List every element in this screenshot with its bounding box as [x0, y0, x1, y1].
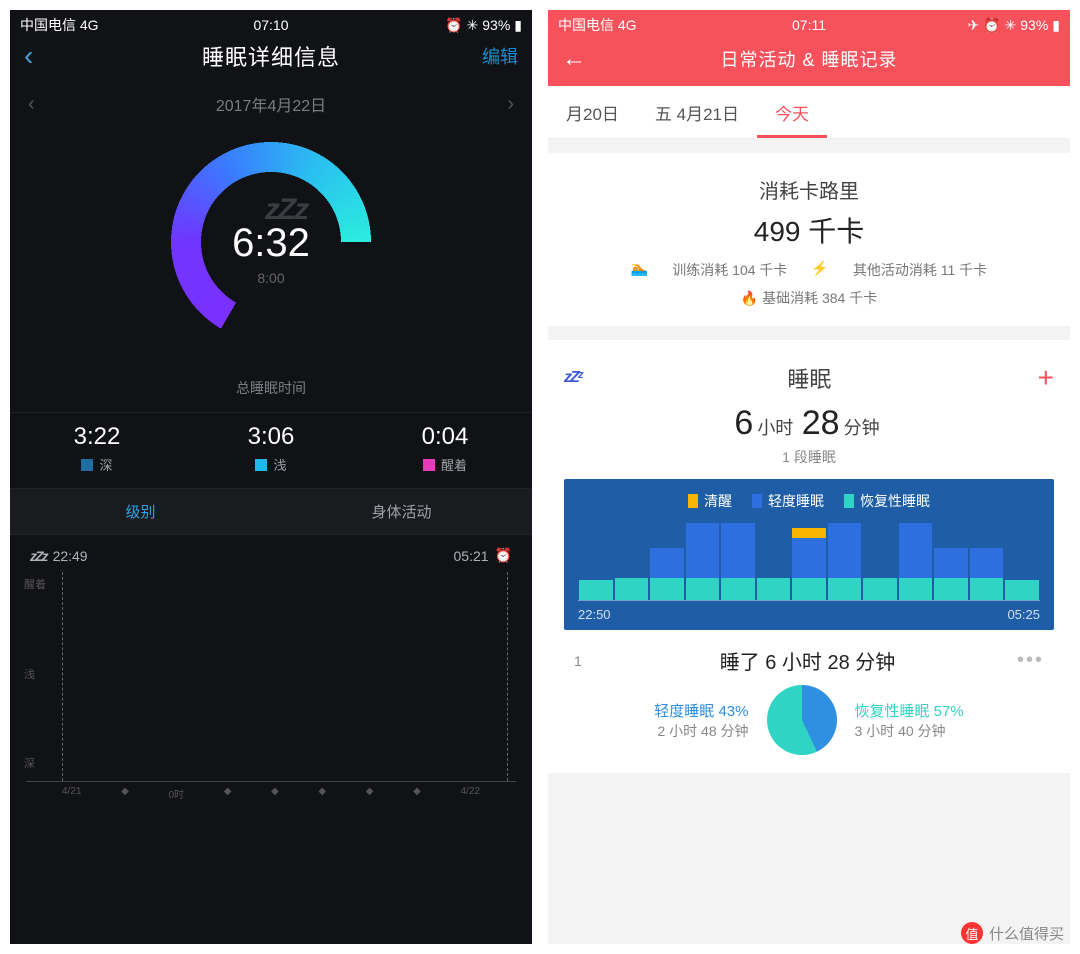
- calorie-value: 499 千卡: [564, 210, 1054, 250]
- legend: 清醒 轻度睡眠 恢复性睡眠: [578, 491, 1040, 511]
- status-time: 07:10: [10, 17, 532, 33]
- watermark: 值 什么值得买: [961, 922, 1064, 944]
- watermark-text: 什么值得买: [989, 923, 1064, 944]
- calorie-basal-icon: 🔥: [741, 290, 758, 306]
- stage-deep-time: 3:22: [10, 423, 184, 451]
- sleep-phase-chart[interactable]: zZz 22:49 05:21 ⏰ 醒着 浅 深 4/21◆0时◆◆◆◆◆4/22: [10, 535, 532, 944]
- sleep-title: 睡眠: [787, 362, 831, 394]
- phone-right: 中国电信 4G 07:11 ✈ ⏰ ✳ 93% ▮ ← 日常活动 & 睡眠记录 …: [544, 6, 1074, 948]
- calorie-card[interactable]: 消耗卡路里 499 千卡 🏊 训练消耗 104 千卡 ⚡ 其他活动消耗 11 千…: [548, 153, 1070, 326]
- legend-rest: 恢复性睡眠: [860, 491, 930, 511]
- sleep-goal: 8:00: [257, 270, 284, 286]
- more-icon[interactable]: •••: [1017, 649, 1044, 672]
- calorie-title: 消耗卡路里: [564, 175, 1054, 204]
- awake-swatch: [423, 459, 435, 471]
- sleep-card[interactable]: zZᶻ 睡眠 + 6小时 28分钟 1 段睡眠 清醒 轻度睡眠 恢复性睡眠 22…: [548, 340, 1070, 773]
- sleep-stage-chart[interactable]: 清醒 轻度睡眠 恢复性睡眠 22:50 05:25: [564, 479, 1054, 630]
- light-pct: 轻度睡眠 43%: [654, 700, 748, 721]
- stage-light-time: 3:06: [184, 423, 358, 451]
- chart-tabs: 级别 身体活动: [10, 488, 532, 535]
- ylabel-light: 浅: [24, 666, 35, 682]
- date-tabs: 月20日 五 4月21日 今天: [548, 86, 1070, 139]
- add-sleep-button[interactable]: +: [1038, 362, 1054, 394]
- date-selector: ‹ 2017年4月22日 ›: [10, 84, 532, 120]
- sleep-start-time: 22:49: [53, 548, 88, 564]
- calorie-other-icon: ⚡: [811, 260, 828, 280]
- edit-button[interactable]: 编辑: [482, 43, 518, 69]
- legend-awake: 清醒: [704, 491, 732, 511]
- calorie-basal: 基础消耗 384 千卡: [762, 290, 877, 306]
- legend-rest-swatch: [844, 494, 854, 508]
- stage-awake[interactable]: 0:04 醒着: [358, 413, 532, 488]
- xend: 05:25: [1007, 607, 1040, 622]
- phone-left: 中国电信 4G 07:10 ⏰ ✳ 93% ▮ ‹ 睡眠详细信息 编辑 ‹ 20…: [6, 6, 536, 948]
- sleep-stages: 3:22 深 3:06 浅 0:04 醒着: [10, 412, 532, 488]
- summary-text: 睡了 6 小时 28 分钟: [598, 646, 1017, 675]
- watermark-badge: 值: [961, 922, 983, 944]
- stage-light-label: 浅: [273, 455, 286, 474]
- nav-bar: ← 日常活动 & 睡眠记录: [548, 36, 1070, 86]
- ylabel-awake: 醒着: [24, 576, 46, 592]
- rest-pct: 恢复性睡眠 57%: [855, 700, 964, 721]
- sleep-end-time: 05:21: [454, 548, 489, 564]
- light-swatch: [255, 459, 267, 471]
- tab-activity[interactable]: 身体活动: [271, 489, 532, 534]
- sleep-duration: 6小时 28分钟: [564, 404, 1054, 443]
- alarm-icon: ⏰: [495, 547, 512, 564]
- sleep-total: 6:32: [232, 221, 310, 266]
- nav-bar: ‹ 睡眠详细信息 编辑: [10, 36, 532, 84]
- legend-light-swatch: [752, 494, 762, 508]
- stage-deep-label: 深: [99, 455, 112, 474]
- light-dur: 2 小时 48 分钟: [654, 721, 748, 741]
- xaxis: 4/21◆0时◆◆◆◆◆4/22: [26, 782, 516, 801]
- page-title: 睡眠详细信息: [10, 40, 532, 72]
- sleep-pie-breakdown: 轻度睡眠 43% 2 小时 48 分钟 恢复性睡眠 57% 3 小时 40 分钟: [564, 675, 1054, 755]
- xstart: 22:50: [578, 607, 611, 622]
- plot-area: 醒着 浅 深: [26, 572, 516, 782]
- status-bar: 中国电信 4G 07:11 ✈ ⏰ ✳ 93% ▮: [548, 10, 1070, 36]
- total-sleep-label: 总睡眠时间: [10, 358, 532, 412]
- sleep-ring[interactable]: zZz 6:32 8:00: [161, 132, 381, 352]
- status-time: 07:11: [548, 17, 1070, 33]
- stage-awake-time: 0:04: [358, 423, 532, 451]
- stage-awake-label: 醒着: [441, 455, 467, 474]
- summary-index: 1: [574, 653, 598, 669]
- bars-area: [578, 521, 1040, 601]
- sleep-summary-row[interactable]: 1 睡了 6 小时 28 分钟 •••: [564, 630, 1054, 675]
- sleep-ring-container: zZz 6:32 8:00: [10, 120, 532, 358]
- calorie-train: 训练消耗 104 千卡: [672, 260, 787, 280]
- date-tab-1[interactable]: 月20日: [548, 86, 637, 138]
- deep-swatch: [81, 459, 93, 471]
- stage-light[interactable]: 3:06 浅: [184, 413, 358, 488]
- prev-day-button[interactable]: ‹: [28, 93, 35, 116]
- status-bar: 中国电信 4G 07:10 ⏰ ✳ 93% ▮: [10, 10, 532, 36]
- page-title: 日常活动 & 睡眠记录: [720, 46, 897, 72]
- sleep-start-icon: zZz: [30, 548, 47, 564]
- date-tab-2[interactable]: 五 4月21日: [637, 86, 757, 138]
- rest-dur: 3 小时 40 分钟: [855, 721, 964, 741]
- back-button[interactable]: ←: [562, 45, 586, 73]
- stage-deep[interactable]: 3:22 深: [10, 413, 184, 488]
- ylabel-deep: 深: [24, 755, 35, 771]
- calorie-train-icon: 🏊: [631, 260, 648, 280]
- date-tab-today[interactable]: 今天: [757, 86, 827, 138]
- zzz-icon: zZᶻ: [564, 369, 581, 387]
- next-day-button[interactable]: ›: [507, 93, 514, 116]
- current-date: 2017年4月22日: [216, 92, 326, 116]
- segment-count: 1 段睡眠: [564, 447, 1054, 467]
- calorie-other: 其他活动消耗 11 千卡: [853, 260, 987, 280]
- tab-level[interactable]: 级别: [10, 489, 271, 534]
- legend-light: 轻度睡眠: [768, 491, 824, 511]
- pie-chart[interactable]: [767, 685, 837, 755]
- legend-awake-swatch: [688, 494, 698, 508]
